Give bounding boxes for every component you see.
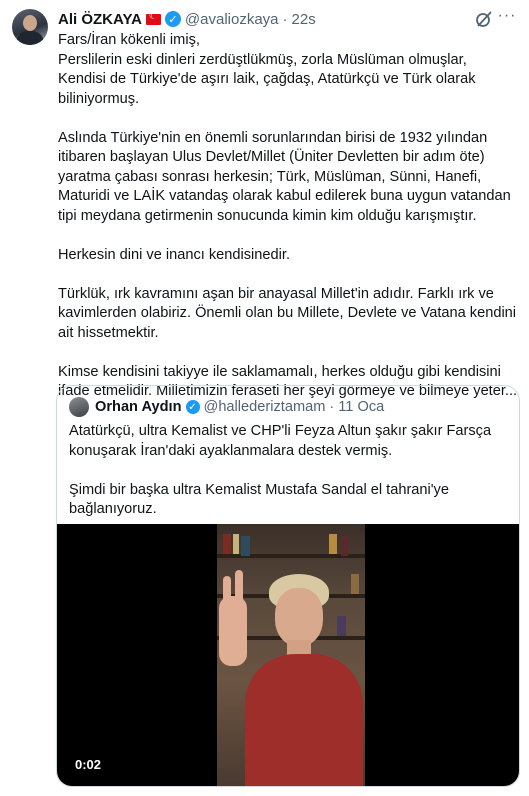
- quote-paragraph: Şimdi bir başka ultra Kemalist Mustafa S…: [69, 481, 449, 518]
- tweet-paragraph: Herkesin dini ve inancı kendisinedir.: [58, 246, 291, 263]
- video-frame: [217, 524, 365, 786]
- tweet-paragraph: Aslında Türkiye'nin en önemli sorunların…: [58, 129, 511, 224]
- separator-dot: ·: [329, 399, 335, 415]
- tweet-paragraph: Türklük, ırk kavramını aşan bir anayasal…: [58, 285, 517, 341]
- author-name[interactable]: Ali ÖZKAYA: [58, 11, 142, 28]
- quote-text: Atatürkçü, ultra Kemalist ve CHP'li Feyz…: [69, 422, 509, 539]
- quoted-tweet[interactable]: Orhan Aydın ✓ @hallederiztamam · 11 Oca …: [56, 385, 520, 787]
- quote-paragraph: Atatürkçü, ultra Kemalist ve CHP'li Feyz…: [69, 423, 492, 459]
- tweet-text: Fars/İran kökenli imiş, Perslilerin eski…: [58, 31, 520, 421]
- video-timestamp: 0:02: [75, 757, 102, 772]
- tweet-paragraph: Fars/İran kökenli imiş, Perslilerin eski…: [58, 32, 476, 107]
- more-options-icon[interactable]: ···: [497, 8, 517, 28]
- turkey-flag-icon: [145, 11, 161, 25]
- quote-date[interactable]: 11 Oca: [338, 399, 384, 415]
- tweet-header: Ali ÖZKAYA ✓ @avaliozkaya · 22s: [58, 9, 517, 29]
- separator-dot: ·: [282, 10, 288, 28]
- quote-author-avatar[interactable]: [69, 397, 89, 417]
- grok-icon[interactable]: [475, 10, 493, 28]
- verified-badge-icon[interactable]: ✓: [185, 400, 200, 414]
- tweet-time[interactable]: 22s: [292, 11, 316, 28]
- author-avatar[interactable]: [12, 9, 48, 45]
- author-handle[interactable]: @avaliozkaya: [185, 11, 279, 28]
- quote-header: Orhan Aydın ✓ @hallederiztamam · 11 Oca: [69, 397, 384, 417]
- verified-badge-icon[interactable]: ✓: [164, 11, 181, 27]
- quote-author-name[interactable]: Orhan Aydın: [95, 399, 182, 415]
- quote-author-handle[interactable]: @hallederiztamam: [204, 399, 326, 415]
- video-player[interactable]: 0:02: [57, 524, 519, 786]
